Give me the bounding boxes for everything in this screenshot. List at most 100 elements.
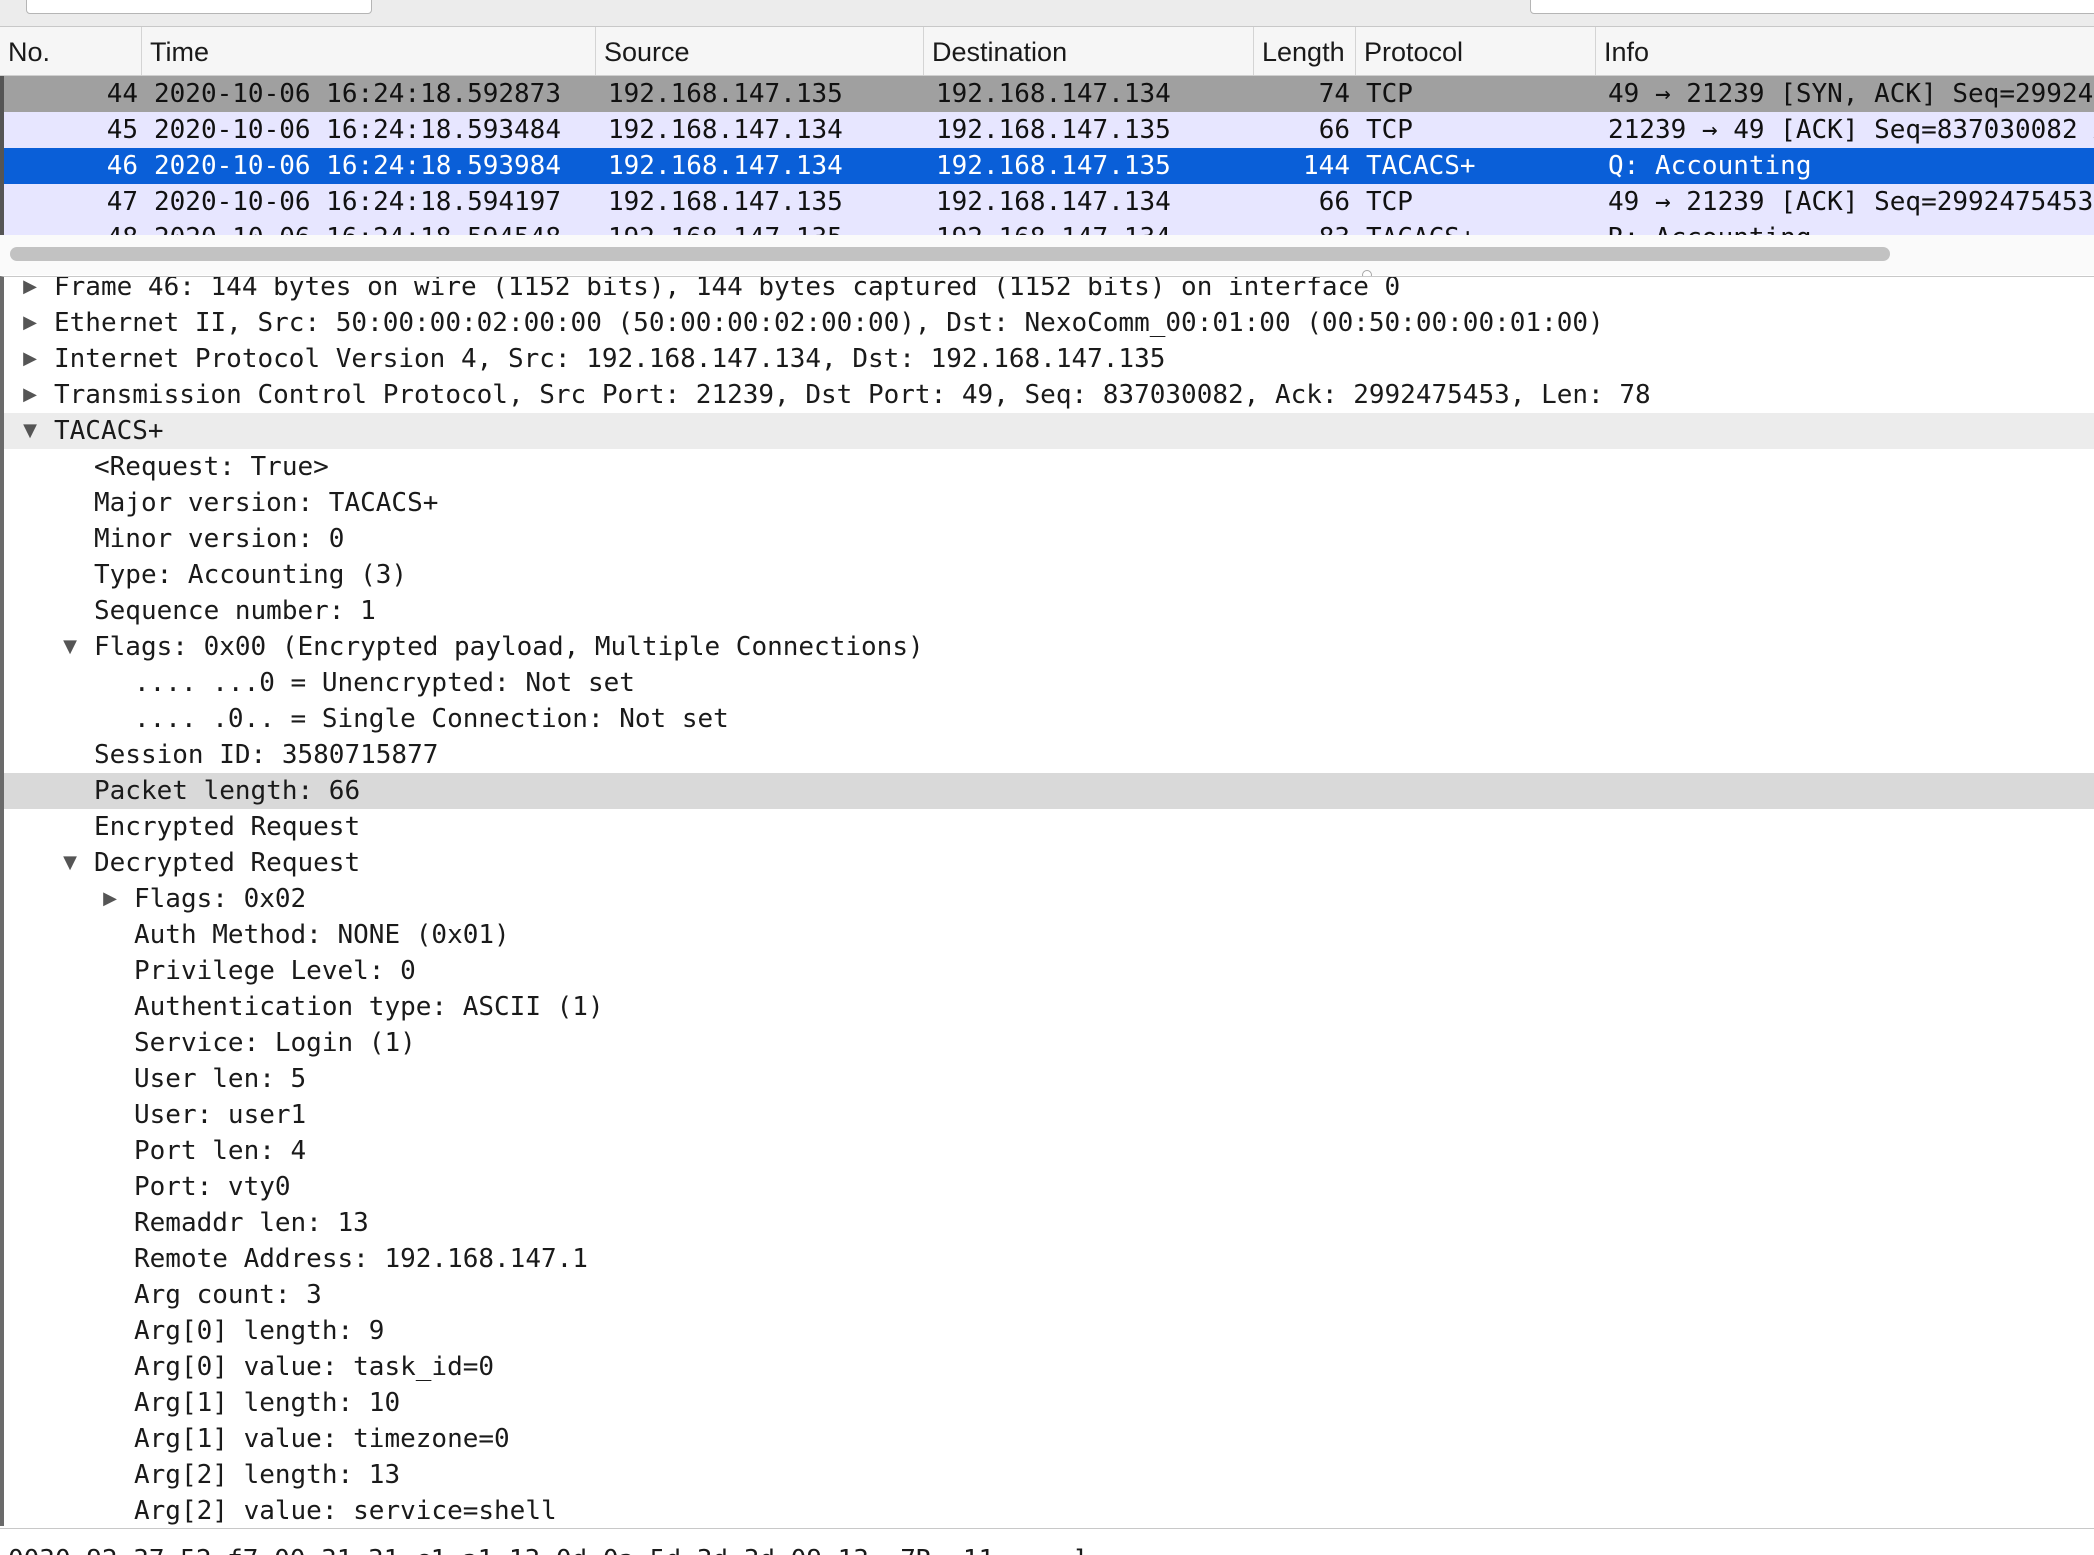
column-header-no[interactable]: No. <box>0 27 142 75</box>
cell-info: 21239 → 49 [ACK] Seq=837030082 A <box>1608 115 2094 145</box>
packet-details-pane[interactable]: ▶ Frame 46: 144 bytes on wire (1152 bits… <box>0 276 2094 1526</box>
detail-row-single-connection-bit[interactable]: .... .0.. = Single Connection: Not set <box>4 701 2094 737</box>
detail-row-decrypted-request[interactable]: ▼ Decrypted Request <box>4 845 2094 881</box>
cell-protocol: TCP <box>1366 115 1413 145</box>
scrollbar-thumb[interactable] <box>10 247 1890 261</box>
cell-source: 192.168.147.134 <box>608 115 843 145</box>
packet-row-46-selected[interactable]: 46 2020-10-06 16:24:18.593984 192.168.14… <box>0 148 2094 184</box>
packet-row-45[interactable]: 45 2020-10-06 16:24:18.593484 192.168.14… <box>0 112 2094 148</box>
detail-label: Flags: 0x00 (Encrypted payload, Multiple… <box>94 632 924 662</box>
packet-row-47[interactable]: 47 2020-10-06 16:24:18.594197 192.168.14… <box>0 184 2094 220</box>
column-header-length[interactable]: Length <box>1254 27 1356 75</box>
expanded-arrow-icon[interactable]: ▼ <box>18 413 42 449</box>
cell-no: 47 <box>106 187 138 217</box>
packet-row-44[interactable]: 44 2020-10-06 16:24:18.592873 192.168.14… <box>0 76 2094 112</box>
column-header-destination[interactable]: Destination <box>924 27 1254 75</box>
expanded-arrow-icon[interactable]: ▼ <box>58 629 82 665</box>
detail-row-decrypted-flags[interactable]: ▶ Flags: 0x02 <box>4 881 2094 917</box>
detail-row-ipv4[interactable]: ▶ Internet Protocol Version 4, Src: 192.… <box>4 341 2094 377</box>
collapsed-arrow-icon[interactable]: ▶ <box>18 305 42 341</box>
detail-row-flags[interactable]: ▼ Flags: 0x00 (Encrypted payload, Multip… <box>4 629 2094 665</box>
detail-row-sequence-number[interactable]: Sequence number: 1 <box>4 593 2094 629</box>
cell-no: 46 <box>106 151 138 181</box>
detail-label: Arg[0] length: 9 <box>134 1316 385 1346</box>
detail-row-minor-version[interactable]: Minor version: 0 <box>4 521 2094 557</box>
detail-row-service[interactable]: Service: Login (1) <box>4 1025 2094 1061</box>
detail-label: Arg[2] value: service=shell <box>134 1496 557 1526</box>
packet-list-pane[interactable]: No. Time Source Destination Length Proto… <box>0 26 2094 275</box>
cell-destination: 192.168.147.135 <box>936 115 1171 145</box>
detail-row-arg2-value[interactable]: Arg[2] value: service=shell <box>4 1493 2094 1526</box>
detail-row-port[interactable]: Port: vty0 <box>4 1169 2094 1205</box>
collapsed-arrow-icon[interactable]: ▶ <box>18 341 42 377</box>
packet-list-horizontal-scrollbar[interactable] <box>0 235 2094 275</box>
column-header-protocol[interactable]: Protocol <box>1356 27 1596 75</box>
cell-no: 44 <box>106 79 138 109</box>
cell-source: 192.168.147.134 <box>608 151 843 181</box>
detail-label: Frame 46: 144 bytes on wire (1152 bits),… <box>54 276 1401 302</box>
detail-row-remaddr-len[interactable]: Remaddr len: 13 <box>4 1205 2094 1241</box>
cell-length: 74 <box>1318 79 1350 109</box>
detail-label: Remote Address: 192.168.147.1 <box>134 1244 588 1274</box>
detail-row-port-len[interactable]: Port len: 4 <box>4 1133 2094 1169</box>
cell-no: 45 <box>106 115 138 145</box>
detail-row-session-id[interactable]: Session ID: 3580715877 <box>4 737 2094 773</box>
detail-label: Authentication type: ASCII (1) <box>134 992 604 1022</box>
cell-source: 192.168.147.135 <box>608 79 843 109</box>
expanded-arrow-icon[interactable]: ▼ <box>58 845 82 881</box>
cell-protocol: TCP <box>1366 79 1413 109</box>
detail-row-arg0-value[interactable]: Arg[0] value: task_id=0 <box>4 1349 2094 1385</box>
detail-label: Arg[1] length: 10 <box>134 1388 401 1418</box>
detail-row-user-len[interactable]: User len: 5 <box>4 1061 2094 1097</box>
detail-row-arg1-length[interactable]: Arg[1] length: 10 <box>4 1385 2094 1421</box>
detail-row-authentication-type[interactable]: Authentication type: ASCII (1) <box>4 989 2094 1025</box>
cell-destination: 192.168.147.134 <box>936 79 1171 109</box>
cell-destination: 192.168.147.134 <box>936 187 1171 217</box>
collapsed-arrow-icon[interactable]: ▶ <box>98 881 122 917</box>
detail-label: Packet length: 66 <box>94 776 361 806</box>
detail-label: Arg count: 3 <box>134 1280 322 1310</box>
detail-label: User: user1 <box>134 1100 307 1130</box>
detail-row-arg2-length[interactable]: Arg[2] length: 13 <box>4 1457 2094 1493</box>
detail-row-encrypted-request[interactable]: Encrypted Request <box>4 809 2094 845</box>
detail-row-auth-method[interactable]: Auth Method: NONE (0x01) <box>4 917 2094 953</box>
detail-row-tacacs[interactable]: ▼ TACACS+ <box>4 413 2094 449</box>
detail-row-privilege-level[interactable]: Privilege Level: 0 <box>4 953 2094 989</box>
detail-row-request[interactable]: <Request: True> <box>4 449 2094 485</box>
detail-row-remote-address[interactable]: Remote Address: 192.168.147.1 <box>4 1241 2094 1277</box>
search-input[interactable] <box>1530 0 2094 14</box>
column-header-time[interactable]: Time <box>142 27 596 75</box>
detail-row-arg-count[interactable]: Arg count: 3 <box>4 1277 2094 1313</box>
detail-row-frame[interactable]: ▶ Frame 46: 144 bytes on wire (1152 bits… <box>4 276 2094 305</box>
detail-row-type[interactable]: Type: Accounting (3) <box>4 557 2094 593</box>
display-filter-input[interactable] <box>26 0 372 14</box>
cell-length: 66 <box>1318 115 1350 145</box>
collapsed-arrow-icon[interactable]: ▶ <box>18 277 42 305</box>
cell-length: 144 <box>1303 151 1350 181</box>
detail-row-packet-length-selected[interactable]: Packet length: 66 <box>4 773 2094 809</box>
detail-label: Decrypted Request <box>94 848 361 878</box>
packet-bytes-pane[interactable]: 0030 92 37 52 f7 00 31 31 c1 a1 13 0d 0a… <box>0 1528 2094 1555</box>
detail-row-ethernet[interactable]: ▶ Ethernet II, Src: 50:00:00:02:00:00 (5… <box>4 305 2094 341</box>
detail-row-major-version[interactable]: Major version: TACACS+ <box>4 485 2094 521</box>
collapsed-arrow-icon[interactable]: ▶ <box>18 377 42 413</box>
column-header-source[interactable]: Source <box>596 27 924 75</box>
detail-label: Encrypted Request <box>94 812 361 842</box>
detail-label: TACACS+ <box>54 416 164 446</box>
packet-list-header: No. Time Source Destination Length Proto… <box>0 27 2094 76</box>
detail-label: Major version: TACACS+ <box>94 488 439 518</box>
detail-row-tcp[interactable]: ▶ Transmission Control Protocol, Src Por… <box>4 377 2094 413</box>
detail-row-user[interactable]: User: user1 <box>4 1097 2094 1133</box>
detail-row-unencrypted-bit[interactable]: .... ...0 = Unencrypted: Not set <box>4 665 2094 701</box>
cell-info: 49 → 21239 [ACK] Seq=2992475453 <box>1608 187 2094 217</box>
detail-label: Auth Method: NONE (0x01) <box>134 920 510 950</box>
detail-row-arg0-length[interactable]: Arg[0] length: 9 <box>4 1313 2094 1349</box>
detail-row-arg1-value[interactable]: Arg[1] value: timezone=0 <box>4 1421 2094 1457</box>
detail-label: Session ID: 3580715877 <box>94 740 439 770</box>
column-header-info[interactable]: Info <box>1596 27 2094 75</box>
cell-protocol: TCP <box>1366 187 1413 217</box>
detail-label: Port len: 4 <box>134 1136 307 1166</box>
cell-time: 2020-10-06 16:24:18.593484 <box>154 115 561 145</box>
detail-label: .... .0.. = Single Connection: Not set <box>134 704 729 734</box>
detail-label: Sequence number: 1 <box>94 596 376 626</box>
